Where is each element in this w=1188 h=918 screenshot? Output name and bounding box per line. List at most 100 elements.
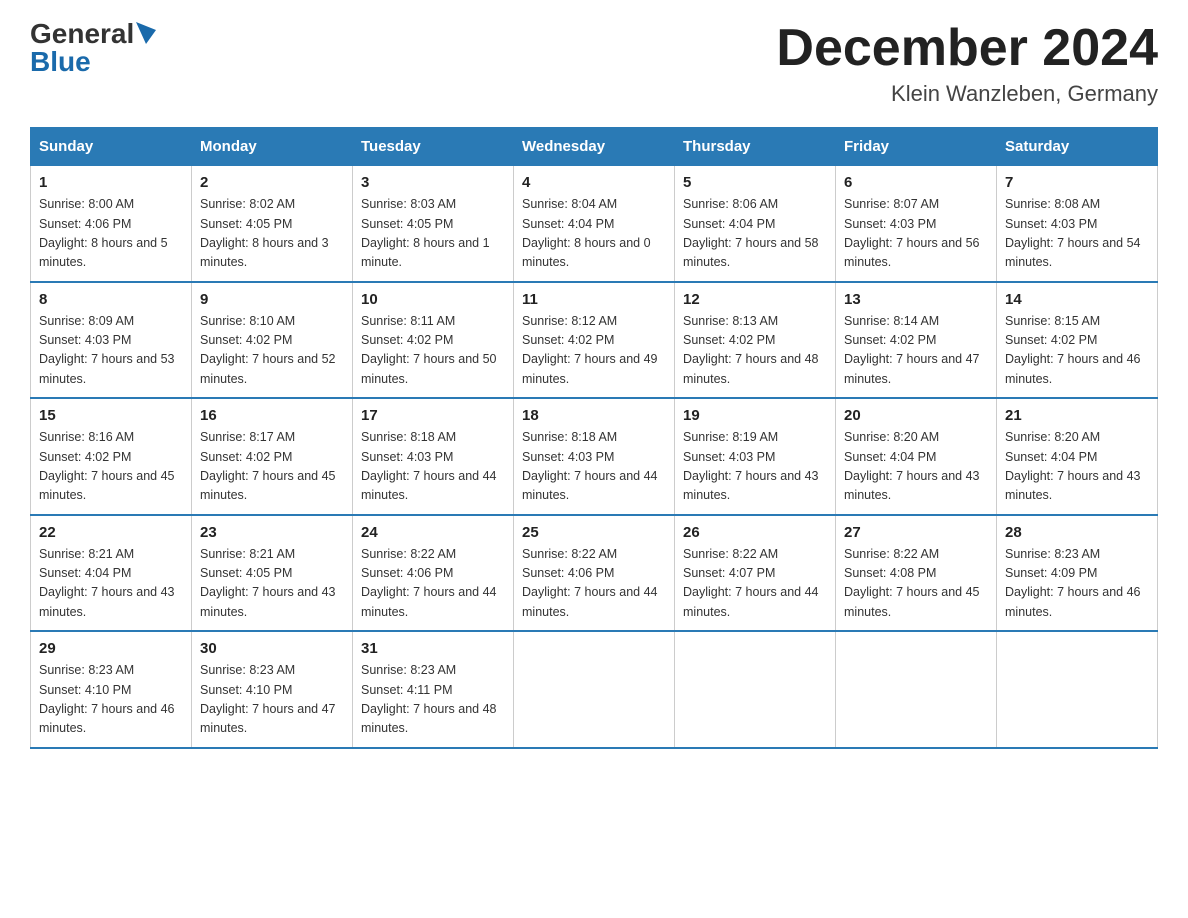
day-info: Sunrise: 8:22 AMSunset: 4:08 PMDaylight:… [844,545,988,623]
day-number: 16 [200,407,344,424]
calendar-cell: 10 Sunrise: 8:11 AMSunset: 4:02 PMDaylig… [353,282,514,399]
col-friday: Friday [836,128,997,166]
day-info: Sunrise: 8:14 AMSunset: 4:02 PMDaylight:… [844,312,988,390]
calendar-cell: 8 Sunrise: 8:09 AMSunset: 4:03 PMDayligh… [31,282,192,399]
day-number: 28 [1005,524,1149,541]
calendar-cell: 19 Sunrise: 8:19 AMSunset: 4:03 PMDaylig… [675,398,836,515]
col-thursday: Thursday [675,128,836,166]
col-saturday: Saturday [997,128,1158,166]
calendar-table: Sunday Monday Tuesday Wednesday Thursday… [30,127,1158,749]
day-number: 19 [683,407,827,424]
day-info: Sunrise: 8:02 AMSunset: 4:05 PMDaylight:… [200,195,344,273]
day-number: 24 [361,524,505,541]
calendar-week-row: 22 Sunrise: 8:21 AMSunset: 4:04 PMDaylig… [31,515,1158,632]
day-number: 10 [361,291,505,308]
month-title: December 2024 [776,20,1158,77]
day-info: Sunrise: 8:18 AMSunset: 4:03 PMDaylight:… [522,428,666,506]
calendar-week-row: 1 Sunrise: 8:00 AMSunset: 4:06 PMDayligh… [31,166,1158,282]
day-number: 1 [39,174,183,191]
day-number: 4 [522,174,666,191]
day-info: Sunrise: 8:13 AMSunset: 4:02 PMDaylight:… [683,312,827,390]
day-info: Sunrise: 8:06 AMSunset: 4:04 PMDaylight:… [683,195,827,273]
calendar-cell: 2 Sunrise: 8:02 AMSunset: 4:05 PMDayligh… [192,166,353,282]
calendar-cell: 14 Sunrise: 8:15 AMSunset: 4:02 PMDaylig… [997,282,1158,399]
day-info: Sunrise: 8:03 AMSunset: 4:05 PMDaylight:… [361,195,505,273]
day-info: Sunrise: 8:22 AMSunset: 4:06 PMDaylight:… [522,545,666,623]
calendar-cell: 30 Sunrise: 8:23 AMSunset: 4:10 PMDaylig… [192,631,353,748]
calendar-cell: 18 Sunrise: 8:18 AMSunset: 4:03 PMDaylig… [514,398,675,515]
col-sunday: Sunday [31,128,192,166]
calendar-cell: 3 Sunrise: 8:03 AMSunset: 4:05 PMDayligh… [353,166,514,282]
day-number: 17 [361,407,505,424]
day-info: Sunrise: 8:20 AMSunset: 4:04 PMDaylight:… [1005,428,1149,506]
day-info: Sunrise: 8:10 AMSunset: 4:02 PMDaylight:… [200,312,344,390]
day-info: Sunrise: 8:08 AMSunset: 4:03 PMDaylight:… [1005,195,1149,273]
calendar-cell: 20 Sunrise: 8:20 AMSunset: 4:04 PMDaylig… [836,398,997,515]
day-info: Sunrise: 8:19 AMSunset: 4:03 PMDaylight:… [683,428,827,506]
day-number: 29 [39,640,183,657]
day-number: 31 [361,640,505,657]
calendar-cell: 16 Sunrise: 8:17 AMSunset: 4:02 PMDaylig… [192,398,353,515]
page-header: General Blue December 2024 Klein Wanzleb… [30,20,1158,107]
day-number: 15 [39,407,183,424]
day-number: 23 [200,524,344,541]
day-info: Sunrise: 8:21 AMSunset: 4:04 PMDaylight:… [39,545,183,623]
calendar-week-row: 15 Sunrise: 8:16 AMSunset: 4:02 PMDaylig… [31,398,1158,515]
calendar-cell: 13 Sunrise: 8:14 AMSunset: 4:02 PMDaylig… [836,282,997,399]
logo-blue-text: Blue [30,48,91,76]
day-number: 18 [522,407,666,424]
day-number: 9 [200,291,344,308]
calendar-cell: 29 Sunrise: 8:23 AMSunset: 4:10 PMDaylig… [31,631,192,748]
calendar-cell: 1 Sunrise: 8:00 AMSunset: 4:06 PMDayligh… [31,166,192,282]
day-number: 12 [683,291,827,308]
day-number: 14 [1005,291,1149,308]
day-info: Sunrise: 8:23 AMSunset: 4:11 PMDaylight:… [361,661,505,739]
calendar-cell: 5 Sunrise: 8:06 AMSunset: 4:04 PMDayligh… [675,166,836,282]
day-info: Sunrise: 8:20 AMSunset: 4:04 PMDaylight:… [844,428,988,506]
day-info: Sunrise: 8:21 AMSunset: 4:05 PMDaylight:… [200,545,344,623]
calendar-cell: 26 Sunrise: 8:22 AMSunset: 4:07 PMDaylig… [675,515,836,632]
day-number: 27 [844,524,988,541]
day-info: Sunrise: 8:22 AMSunset: 4:06 PMDaylight:… [361,545,505,623]
calendar-cell [997,631,1158,748]
calendar-cell: 7 Sunrise: 8:08 AMSunset: 4:03 PMDayligh… [997,166,1158,282]
calendar-cell [514,631,675,748]
day-info: Sunrise: 8:22 AMSunset: 4:07 PMDaylight:… [683,545,827,623]
calendar-cell: 6 Sunrise: 8:07 AMSunset: 4:03 PMDayligh… [836,166,997,282]
calendar-week-row: 29 Sunrise: 8:23 AMSunset: 4:10 PMDaylig… [31,631,1158,748]
day-info: Sunrise: 8:23 AMSunset: 4:10 PMDaylight:… [200,661,344,739]
day-number: 6 [844,174,988,191]
day-number: 13 [844,291,988,308]
day-info: Sunrise: 8:16 AMSunset: 4:02 PMDaylight:… [39,428,183,506]
header-row: Sunday Monday Tuesday Wednesday Thursday… [31,128,1158,166]
col-monday: Monday [192,128,353,166]
calendar-cell: 4 Sunrise: 8:04 AMSunset: 4:04 PMDayligh… [514,166,675,282]
calendar-cell: 31 Sunrise: 8:23 AMSunset: 4:11 PMDaylig… [353,631,514,748]
title-block: December 2024 Klein Wanzleben, Germany [776,20,1158,107]
day-number: 21 [1005,407,1149,424]
col-wednesday: Wednesday [514,128,675,166]
calendar-body: 1 Sunrise: 8:00 AMSunset: 4:06 PMDayligh… [31,166,1158,748]
calendar-cell: 9 Sunrise: 8:10 AMSunset: 4:02 PMDayligh… [192,282,353,399]
day-info: Sunrise: 8:12 AMSunset: 4:02 PMDaylight:… [522,312,666,390]
day-info: Sunrise: 8:00 AMSunset: 4:06 PMDaylight:… [39,195,183,273]
day-info: Sunrise: 8:04 AMSunset: 4:04 PMDaylight:… [522,195,666,273]
day-number: 8 [39,291,183,308]
day-info: Sunrise: 8:18 AMSunset: 4:03 PMDaylight:… [361,428,505,506]
calendar-cell: 28 Sunrise: 8:23 AMSunset: 4:09 PMDaylig… [997,515,1158,632]
day-number: 7 [1005,174,1149,191]
col-tuesday: Tuesday [353,128,514,166]
day-info: Sunrise: 8:23 AMSunset: 4:09 PMDaylight:… [1005,545,1149,623]
day-number: 22 [39,524,183,541]
logo-general-text: General [30,20,134,48]
calendar-cell [675,631,836,748]
calendar-cell: 22 Sunrise: 8:21 AMSunset: 4:04 PMDaylig… [31,515,192,632]
calendar-cell: 25 Sunrise: 8:22 AMSunset: 4:06 PMDaylig… [514,515,675,632]
calendar-cell: 21 Sunrise: 8:20 AMSunset: 4:04 PMDaylig… [997,398,1158,515]
day-info: Sunrise: 8:23 AMSunset: 4:10 PMDaylight:… [39,661,183,739]
calendar-cell: 23 Sunrise: 8:21 AMSunset: 4:05 PMDaylig… [192,515,353,632]
day-number: 20 [844,407,988,424]
location-subtitle: Klein Wanzleben, Germany [776,81,1158,107]
calendar-cell: 17 Sunrise: 8:18 AMSunset: 4:03 PMDaylig… [353,398,514,515]
day-info: Sunrise: 8:09 AMSunset: 4:03 PMDaylight:… [39,312,183,390]
